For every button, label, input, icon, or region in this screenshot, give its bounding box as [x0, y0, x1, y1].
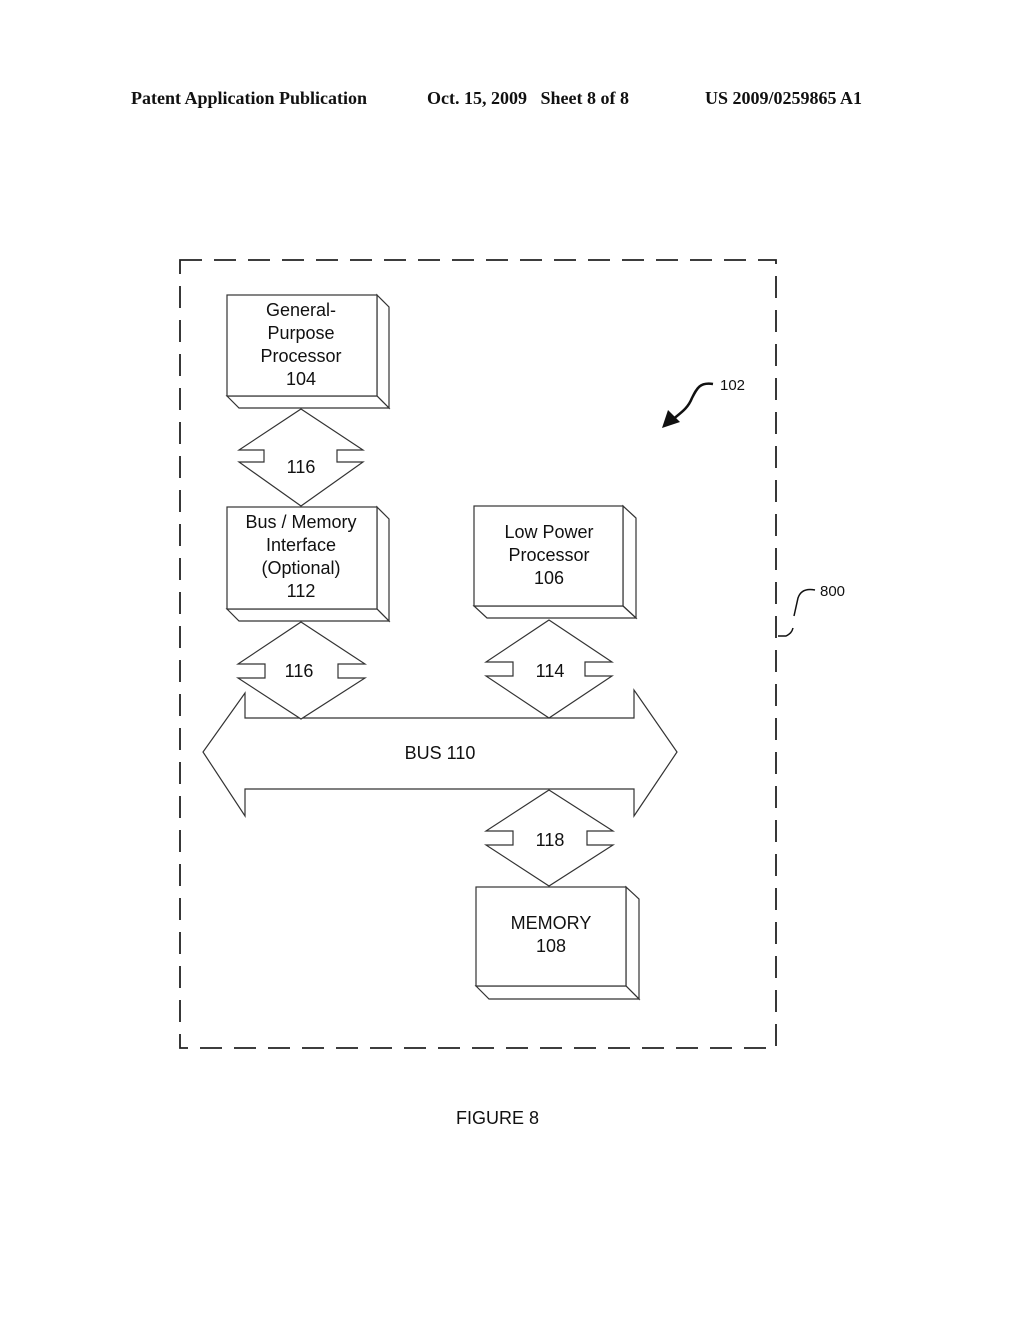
lpp-line-2: Processor	[508, 545, 589, 565]
lpp-line-1: Low Power	[504, 522, 593, 542]
ref-800-label: 800	[820, 583, 845, 600]
gp-ref: 104	[286, 369, 316, 389]
gp-line-3: Processor	[260, 346, 341, 366]
ref-102-label: 102	[720, 377, 745, 394]
ref-102-arrow-icon	[662, 382, 714, 428]
bmi-ref: 112	[287, 581, 316, 601]
block-general-purpose-processor: General- Purpose Processor 104	[225, 293, 391, 410]
bus-110: BUS 110	[202, 688, 678, 819]
connector-116-top: 116	[237, 408, 365, 507]
connector-116-bottom-label: 116	[285, 661, 314, 681]
connector-116-bottom: 116	[235, 621, 368, 720]
memory-line-1: MEMORY	[511, 913, 592, 933]
connector-118-label: 118	[536, 830, 565, 850]
bmi-line-3: (Optional)	[261, 558, 340, 578]
ref-800-leader-icon	[778, 588, 816, 637]
gp-line-1: General-	[266, 300, 336, 320]
connector-114: 114	[484, 619, 614, 719]
block-bus-memory-interface: Bus / Memory Interface (Optional) 112	[225, 505, 391, 623]
connector-116-top-label: 116	[287, 457, 316, 477]
memory-ref: 108	[536, 936, 566, 956]
block-memory: MEMORY 108	[474, 885, 641, 1001]
block-low-power-processor: Low Power Processor 106	[472, 504, 638, 620]
gp-line-2: Purpose	[267, 323, 334, 343]
bus-label: BUS 110	[405, 743, 476, 763]
bmi-line-1: Bus / Memory	[245, 512, 356, 532]
bmi-line-2: Interface	[266, 535, 336, 555]
connector-114-label: 114	[536, 661, 565, 681]
connector-118: 118	[483, 789, 616, 887]
block-diagram: 102 800 General- Purpose Processor 104 1…	[179, 259, 845, 1128]
figure-caption: FIGURE 8	[456, 1108, 539, 1128]
lpp-ref: 106	[534, 568, 564, 588]
